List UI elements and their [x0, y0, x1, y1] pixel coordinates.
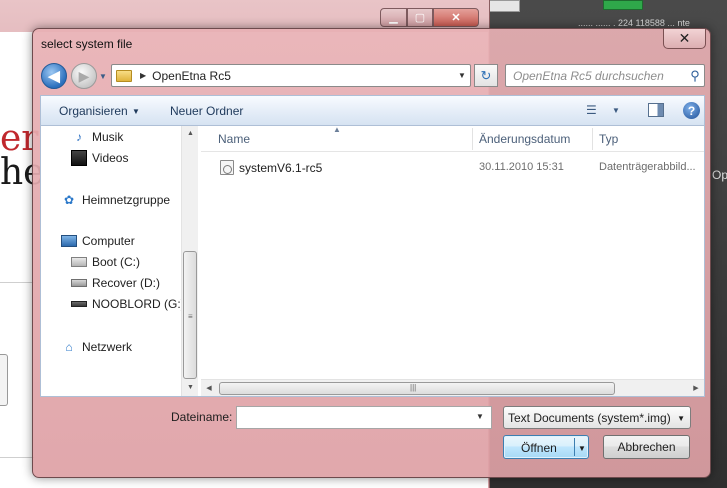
nav-item-label: Heimnetzgruppe [82, 193, 171, 207]
chevron-down-icon: ▼ [677, 414, 685, 423]
search-box[interactable]: OpenEtna Rc5 durchsuchen ⚲ [505, 64, 705, 87]
file-type: Datenträgerabbild... [599, 161, 696, 173]
open-options-dropdown-icon[interactable]: ▼ [578, 444, 586, 453]
nav-item-label: Recover (D:) [92, 276, 161, 290]
usb-drive-icon [71, 301, 87, 307]
nav-item-drive-c[interactable]: Boot (C:) [71, 255, 140, 269]
computer-icon [61, 235, 77, 247]
background-minimize-button[interactable]: ▁ [380, 8, 407, 27]
file-list-horizontal-scrollbar[interactable]: ◀ ||| ▶ [201, 379, 704, 396]
preview-pane-icon[interactable] [648, 103, 664, 117]
filename-dropdown-icon[interactable]: ▼ [476, 412, 484, 421]
address-bar[interactable]: ▶ OpenEtna Rc5 ▼ [111, 64, 471, 87]
background-close-button[interactable]: ✕ [433, 8, 479, 27]
column-divider[interactable] [472, 128, 473, 150]
column-header-name[interactable]: Name [218, 132, 250, 146]
navigation-scrollbar[interactable]: ▲ ≡ ▼ [181, 126, 198, 396]
nav-item-label: Videos [92, 151, 129, 165]
file-name: systemV6.1-rc5 [239, 161, 323, 175]
breadcrumb-separator-icon[interactable]: ▶ [140, 71, 146, 80]
browser-panes: ♪ Musik Videos ✿ Heimnetzgruppe Computer… [40, 125, 705, 397]
desktop-battery-icon[interactable] [603, 0, 643, 10]
open-button-label: Öffnen [521, 441, 557, 455]
open-file-dialog: select system file ✕ ◀ ▶ ▼ ▶ OpenEtna Rc… [32, 28, 711, 478]
background-maximize-button[interactable]: ▢ [407, 8, 433, 27]
video-icon [71, 150, 87, 166]
file-type-filter-value: Text Documents (system*.img) [508, 410, 671, 425]
background-divider [0, 282, 34, 283]
back-button[interactable]: ◀ [41, 63, 67, 89]
dialog-title: select system file [41, 37, 133, 51]
nav-item-musik[interactable]: ♪ Musik [71, 129, 123, 145]
organize-button[interactable]: Organisieren [59, 104, 128, 118]
nav-item-network[interactable]: ⌂ Netzwerk [61, 339, 132, 355]
help-icon[interactable]: ? [683, 102, 700, 119]
column-header-date[interactable]: Änderungsdatum [479, 132, 570, 146]
file-row[interactable]: systemV6.1-rc5 30.11.2010 15:31 Datenträ… [201, 156, 704, 178]
navigation-pane: ♪ Musik Videos ✿ Heimnetzgruppe Computer… [41, 126, 199, 396]
nav-item-drive-d[interactable]: Recover (D:) [71, 276, 160, 290]
recent-locations-dropdown[interactable]: ▼ [99, 73, 109, 81]
desktop-side-text: Op [712, 168, 727, 182]
music-icon: ♪ [76, 130, 82, 144]
breadcrumb-current-folder[interactable]: OpenEtna Rc5 [152, 69, 454, 83]
scrollbar-grip-icon: ≡ [188, 312, 193, 321]
view-options-dropdown-icon[interactable]: ▼ [612, 106, 620, 115]
search-input[interactable]: OpenEtna Rc5 durchsuchen [513, 69, 686, 83]
filename-label: Dateiname: [171, 410, 233, 424]
scrollbar-thumb[interactable]: ≡ [183, 251, 197, 379]
nav-item-label: Netzwerk [82, 340, 133, 354]
view-options-icon[interactable]: ☰ [586, 103, 602, 117]
organize-dropdown-icon[interactable]: ▼ [132, 107, 140, 116]
nav-item-label: NOOBLORD (G:) [92, 297, 185, 311]
nav-item-label: Boot (C:) [92, 255, 141, 269]
file-list: ▲ Name Änderungsdatum Typ systemV6.1-rc5… [201, 125, 704, 396]
nav-item-label: Musik [92, 130, 124, 144]
disk-image-file-icon [220, 160, 234, 175]
address-dropdown-icon[interactable]: ▼ [454, 71, 470, 80]
nav-item-videos[interactable]: Videos [71, 150, 128, 166]
scroll-down-icon[interactable]: ▼ [182, 380, 199, 396]
open-button-divider [574, 438, 575, 456]
filename-input[interactable] [236, 406, 492, 429]
new-folder-button[interactable]: Neuer Ordner [170, 104, 243, 118]
nav-item-homegroup[interactable]: ✿ Heimnetzgruppe [61, 192, 170, 208]
background-side-button[interactable] [0, 354, 8, 406]
scroll-left-icon[interactable]: ◀ [201, 380, 217, 397]
dialog-close-button[interactable]: ✕ [663, 29, 706, 49]
nav-item-label: Computer [82, 234, 135, 248]
column-header-type[interactable]: Typ [599, 132, 618, 146]
cancel-button[interactable]: Abbrechen [603, 435, 690, 459]
column-divider[interactable] [592, 128, 593, 150]
folder-icon [116, 69, 132, 82]
drive-icon [71, 279, 87, 287]
network-icon: ⌂ [65, 340, 73, 354]
nav-item-drive-g[interactable]: NOOBLORD (G:) [71, 297, 185, 311]
scrollbar-thumb[interactable]: ||| [219, 382, 615, 395]
column-headers: ▲ Name Änderungsdatum Typ [201, 125, 704, 152]
drive-c-icon [71, 257, 87, 267]
homegroup-icon: ✿ [63, 193, 75, 207]
background-window-caption-buttons: ▁ ▢ ✕ [380, 8, 479, 28]
background-divider [0, 457, 34, 458]
scroll-up-icon[interactable]: ▲ [182, 126, 199, 142]
sort-ascending-icon: ▲ [333, 125, 341, 134]
refresh-button[interactable]: ↻ [474, 64, 498, 87]
open-button[interactable]: Öffnen ▼ [503, 435, 589, 459]
file-type-filter-select[interactable]: Text Documents (system*.img) ▼ [503, 406, 691, 429]
command-bar: Organisieren ▼ Neuer Ordner ☰ ▼ ? [40, 95, 705, 125]
nav-item-computer[interactable]: Computer [61, 234, 135, 248]
scrollbar-grip-icon: ||| [410, 383, 417, 392]
search-icon[interactable]: ⚲ [686, 68, 704, 84]
file-date: 30.11.2010 15:31 [479, 161, 564, 173]
scroll-right-icon[interactable]: ▶ [688, 380, 704, 397]
forward-button[interactable]: ▶ [71, 63, 97, 89]
